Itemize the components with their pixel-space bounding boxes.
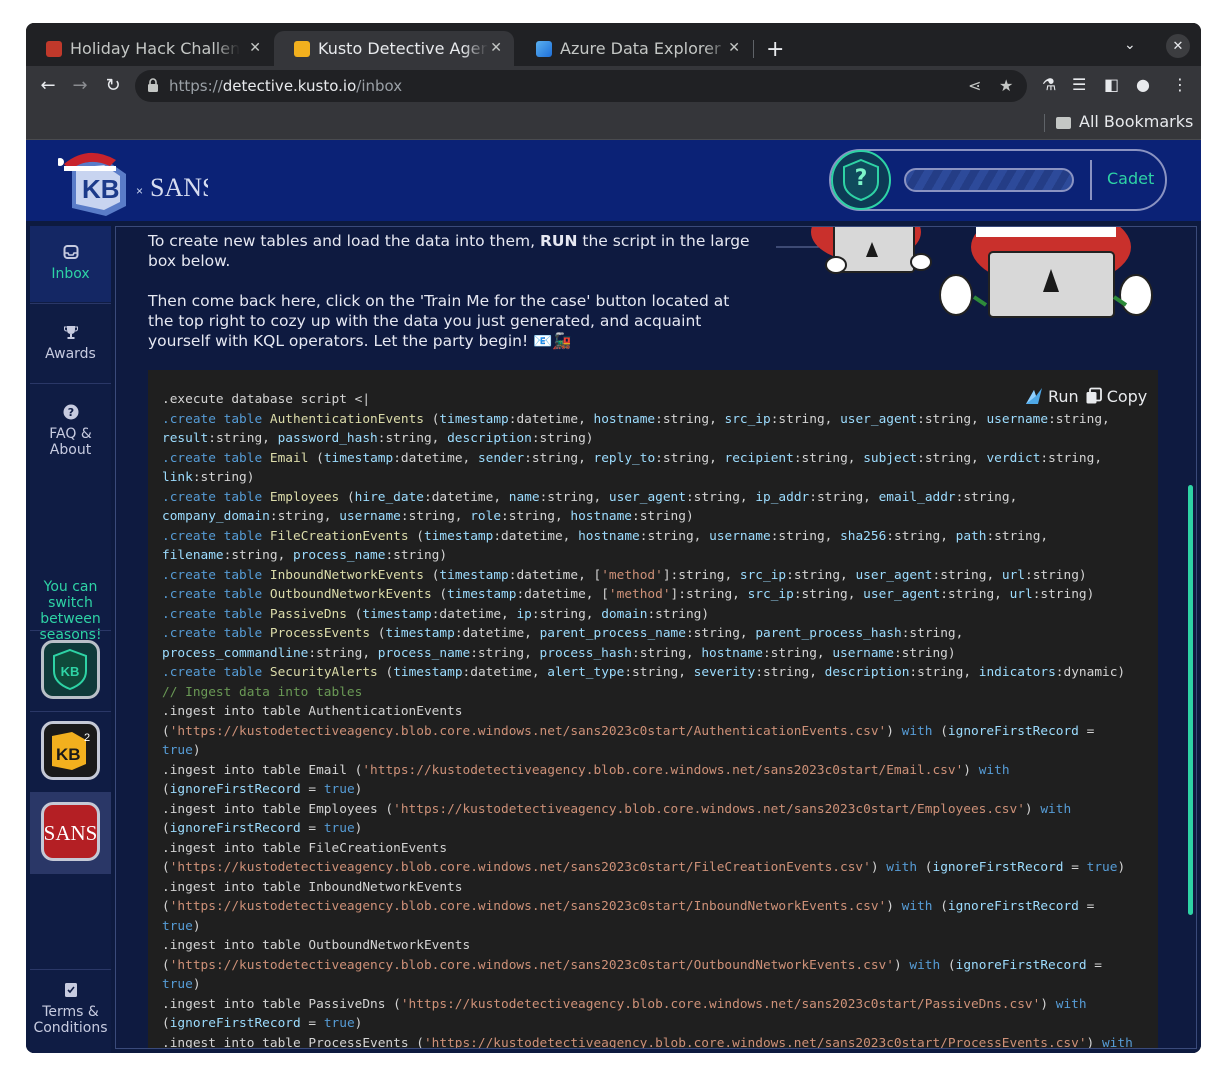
help-badge[interactable]: ? [831, 150, 891, 210]
instructions-paragraph-1: To create new tables and load the data i… [148, 232, 750, 270]
elves-laptop-illustration [776, 227, 1153, 318]
forward-icon[interactable]: → [69, 75, 91, 96]
instructions-text: To create new tables and load the data i… [148, 231, 758, 351]
labs-flask-icon[interactable]: ⚗ [1042, 75, 1056, 94]
reload-icon[interactable]: ↻ [102, 75, 124, 96]
tab-azure-data-explorer[interactable]: Azure Data Explorer ✕ [516, 31, 752, 66]
kusto-shield-logo-icon: KB [53, 648, 87, 691]
sidebar-item-label: Terms & Conditions [33, 1004, 108, 1036]
close-tab-icon[interactable]: ✕ [249, 40, 261, 56]
tab-kusto-detective[interactable]: Kusto Detective Agency ✕ [274, 31, 514, 66]
browser-toolbar: ← → ↻ https://detective.kusto.io/inbox ⋖… [26, 66, 1201, 106]
window-close-icon[interactable]: ✕ [1166, 34, 1190, 58]
side-panel-icon[interactable]: ◧ [1104, 75, 1119, 94]
kusto-favicon-icon [294, 40, 310, 57]
bookmarks-separator [1044, 114, 1045, 132]
tab-title: Holiday Hack Challenge [70, 39, 240, 58]
svg-text:SANS: SANS [150, 173, 208, 202]
kusto-sans-logo[interactable]: KB × SANS [58, 150, 208, 216]
question-mark: ? [854, 166, 868, 191]
trophy-icon [63, 326, 78, 339]
sidebar-item-terms[interactable]: Terms & Conditions [30, 970, 111, 1053]
folder-icon [1056, 117, 1071, 129]
tab-holiday-hack[interactable]: Holiday Hack Challenge ✕ [26, 31, 273, 66]
season-1-button[interactable]: KB [30, 631, 111, 711]
season-2-button[interactable]: KB 2 [30, 712, 111, 792]
address-bar[interactable]: https://detective.kusto.io/inbox ⋖ ★ [135, 70, 1027, 102]
close-tab-icon[interactable]: ✕ [728, 40, 740, 56]
all-bookmarks-button[interactable]: All Bookmarks [1079, 112, 1193, 131]
chevron-down-icon[interactable]: ⌄ [1124, 37, 1136, 53]
site-header: KB × SANS ? Cadet [26, 140, 1201, 221]
season-2-badge: KB 2 [41, 721, 100, 780]
rank-progress-bar [904, 168, 1074, 192]
share-icon[interactable]: ⋖ [968, 76, 981, 95]
progress-panel: ? Cadet [829, 149, 1167, 211]
tab-title: Azure Data Explorer [560, 39, 721, 58]
reading-list-icon[interactable]: ☰ [1072, 75, 1086, 94]
inbox-icon [63, 245, 78, 259]
sidebar-item-awards[interactable]: Awards [30, 304, 111, 382]
web-page: KB × SANS ? Cadet [26, 140, 1201, 1053]
new-tab-icon[interactable]: + [766, 37, 784, 62]
sidebar: Inbox Awards ? FAQ & About You can switc… [30, 226, 111, 1053]
sidebar-divider [30, 873, 111, 874]
tab-strip: Holiday Hack Challenge ✕ Kusto Detective… [26, 23, 1201, 66]
svg-text:KB: KB [82, 174, 120, 204]
svg-text:2: 2 [84, 732, 90, 744]
url-text: https://detective.kusto.io/inbox [169, 77, 403, 95]
kql-script-code[interactable]: .execute database script <| .create tabl… [162, 390, 1147, 1048]
shield-favicon-icon [46, 40, 62, 57]
page-scrollbar[interactable] [1188, 485, 1193, 915]
browser-window: Holiday Hack Challenge ✕ Kusto Detective… [26, 23, 1201, 1053]
sidebar-item-inbox[interactable]: Inbox [30, 226, 111, 302]
tab-title: Kusto Detective Agency [318, 39, 488, 58]
sans-logo-icon: SANS [44, 821, 98, 845]
more-menu-icon[interactable]: ⋮ [1172, 75, 1188, 94]
season-sans-badge: SANS [41, 802, 100, 861]
rank-label: Cadet [1107, 169, 1155, 188]
svg-text:KB: KB [56, 745, 81, 764]
svg-text:KB: KB [61, 664, 80, 679]
sidebar-item-label: FAQ & About [49, 426, 92, 458]
svg-text:×: × [136, 184, 143, 198]
help-icon: ? [63, 404, 78, 420]
content-panel: To create new tables and load the data i… [115, 226, 1197, 1049]
svg-text:SANS: SANS [44, 821, 97, 845]
kql-script-box[interactable]: Run Copy .execute database script <| .cr… [148, 370, 1158, 1048]
bookmarks-bar: All Bookmarks [26, 106, 1201, 140]
season-sans-button[interactable]: SANS [30, 793, 111, 873]
instructions-paragraph-2: Then come back here, click on the 'Train… [148, 292, 730, 350]
lock-icon [148, 78, 158, 92]
star-icon[interactable]: ★ [999, 76, 1013, 95]
tab-separator [753, 40, 754, 58]
back-icon[interactable]: ← [37, 75, 59, 96]
svg-text:?: ? [67, 406, 73, 419]
close-tab-icon[interactable]: ✕ [490, 40, 502, 56]
pill-divider [1090, 160, 1092, 200]
document-icon [64, 983, 77, 997]
season-1-badge: KB [41, 640, 100, 699]
sidebar-item-faq[interactable]: ? FAQ & About [30, 384, 111, 464]
azure-favicon-icon [536, 40, 552, 57]
kusto-season2-logo-icon: KB2 [52, 732, 90, 770]
profile-icon[interactable]: ● [1136, 75, 1150, 94]
sidebar-item-label: Inbox [51, 266, 90, 282]
sidebar-item-label: Awards [45, 346, 96, 362]
